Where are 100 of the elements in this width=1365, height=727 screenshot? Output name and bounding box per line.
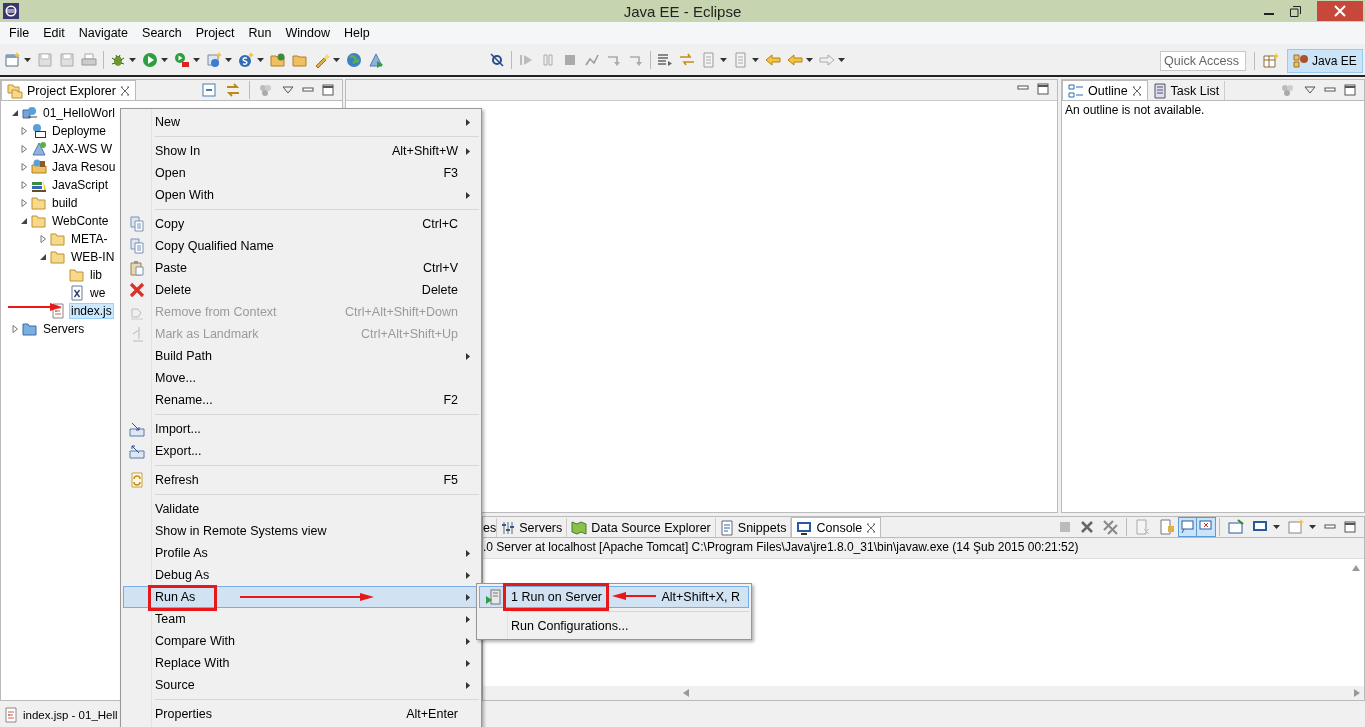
menu-item[interactable]: Refresh F5 — [123, 469, 479, 491]
tree-item[interactable]: 01_HelloWorl — [41, 105, 117, 121]
maximize-icon[interactable] — [322, 84, 334, 96]
caret-icon[interactable] — [1273, 525, 1280, 529]
maximize-icon[interactable] — [1037, 83, 1049, 95]
view-menu-icon[interactable] — [1304, 86, 1316, 94]
menu-item[interactable]: Project — [188, 26, 242, 40]
minimize-icon[interactable] — [302, 85, 314, 95]
list-icon[interactable] — [657, 51, 673, 68]
caret-icon[interactable] — [24, 57, 31, 62]
tree-item[interactable]: WEB-IN — [69, 249, 117, 265]
tree-item[interactable]: build — [50, 195, 80, 211]
menu-item[interactable]: Show in Remote Systems view — [123, 520, 479, 542]
close-icon[interactable] — [1131, 85, 1142, 96]
menu-item[interactable]: Team — [123, 608, 479, 630]
menu-item[interactable]: File — [2, 26, 37, 40]
close-icon[interactable] — [866, 522, 877, 533]
link-arrows-icon[interactable] — [225, 82, 241, 98]
collapse-all-icon[interactable] — [201, 82, 217, 98]
remove-all-icon[interactable] — [1102, 519, 1118, 535]
perspective-button[interactable]: Java EE — [1287, 48, 1363, 73]
globe-icon[interactable] — [346, 51, 362, 68]
tree-item[interactable]: index.js — [69, 303, 114, 319]
menu-item[interactable]: Export... — [123, 440, 479, 462]
tree-item[interactable]: Java Resou — [50, 159, 118, 175]
collapse-arrow-icon[interactable] — [39, 253, 47, 261]
menu-item[interactable]: Compare With — [123, 630, 479, 652]
menu-item[interactable]: Copy Ctrl+C — [123, 213, 479, 235]
view-tab[interactable]: Project Explorer — [1, 80, 136, 100]
scroll-left-icon[interactable] — [683, 689, 689, 697]
menu-item[interactable]: Validate — [123, 498, 479, 520]
show-output-icon[interactable] — [1178, 517, 1198, 537]
close-window-button[interactable] — [1317, 1, 1363, 21]
caret-icon[interactable] — [806, 57, 813, 62]
run-server-icon[interactable] — [174, 51, 190, 68]
collapse-arrow-icon[interactable] — [20, 217, 28, 225]
caret-icon[interactable] — [193, 57, 200, 62]
menu-item[interactable]: Properties Alt+Enter — [123, 703, 479, 725]
collapse-arrow-icon[interactable] — [11, 109, 19, 117]
expand-arrow-icon[interactable] — [39, 235, 47, 243]
tree-item[interactable]: Deployme — [50, 123, 109, 139]
menu-item[interactable]: Show In Alt+Shift+W — [123, 140, 479, 162]
menu-item[interactable]: Debug As — [123, 564, 479, 586]
menu-item[interactable]: Paste Ctrl+V — [123, 257, 479, 279]
view-tab[interactable]: Outline — [1062, 80, 1148, 100]
view-tab[interactable]: es — [483, 518, 498, 537]
caret-icon[interactable] — [1309, 525, 1316, 529]
folder-icon[interactable] — [270, 51, 286, 68]
menu-item[interactable]: Import... — [123, 418, 479, 440]
filters-icon[interactable] — [258, 82, 274, 98]
tree-item[interactable]: JavaScript — [50, 177, 111, 193]
menu-item[interactable]: Run Configurations... — [479, 615, 749, 637]
menu-item[interactable]: Rename... F2 — [123, 389, 479, 411]
tree-item[interactable]: Servers — [41, 321, 87, 337]
deploy-icon[interactable] — [368, 51, 384, 68]
show-error-icon[interactable] — [1196, 517, 1216, 537]
menu-item[interactable]: Window — [278, 26, 337, 40]
menu-item[interactable]: Replace With — [123, 652, 479, 674]
quick-access-field[interactable]: Quick Access — [1160, 50, 1246, 71]
restore-window-icon[interactable] — [1290, 5, 1301, 17]
print-icon[interactable] — [81, 51, 97, 68]
caret-icon[interactable] — [225, 57, 232, 62]
caret-icon[interactable] — [161, 57, 168, 62]
new-class-icon[interactable] — [238, 51, 254, 68]
expand-arrow-icon[interactable] — [20, 199, 28, 207]
last-edit-icon[interactable] — [765, 51, 781, 68]
pin-off-icon[interactable] — [489, 51, 505, 68]
minimize-icon[interactable] — [1324, 85, 1336, 95]
view-tab[interactable]: Console — [791, 517, 882, 537]
expand-arrow-icon[interactable] — [20, 127, 28, 135]
tree-item[interactable]: we — [88, 285, 108, 301]
menu-item[interactable]: Help — [336, 26, 377, 40]
caret-icon[interactable] — [720, 57, 727, 62]
caret-icon[interactable] — [838, 57, 845, 62]
scroll-right-icon[interactable] — [1354, 689, 1360, 697]
caret-icon[interactable] — [129, 57, 136, 62]
remove-launch-icon[interactable] — [1080, 520, 1094, 534]
flashlight-icon[interactable] — [314, 51, 330, 68]
menu-item[interactable]: Edit — [36, 26, 72, 40]
tree-item[interactable]: WebConte — [50, 213, 111, 229]
menu-item[interactable]: Run As — [123, 586, 479, 608]
scroll-lock-icon[interactable] — [1159, 519, 1175, 535]
menu-item[interactable]: Run — [241, 26, 279, 40]
menu-item[interactable]: Profile As — [123, 542, 479, 564]
caret-icon[interactable] — [752, 57, 759, 62]
open-perspective-icon[interactable] — [1263, 52, 1279, 69]
close-icon[interactable] — [119, 85, 130, 96]
menu-item[interactable]: 1 Run on Server Alt+Shift+X, R — [479, 586, 749, 608]
caret-icon[interactable] — [257, 57, 264, 62]
menu-item[interactable]: Move... — [123, 367, 479, 389]
filters-icon[interactable] — [1280, 82, 1296, 98]
tree-item[interactable]: JAX-WS W — [50, 141, 114, 157]
caret-icon[interactable] — [333, 57, 340, 62]
expand-arrow-icon[interactable] — [20, 145, 28, 153]
horizontal-scrollbar[interactable] — [483, 686, 1364, 700]
new-server-icon[interactable] — [206, 51, 222, 68]
menu-item[interactable]: Open F3 — [123, 162, 479, 184]
expand-arrow-icon[interactable] — [20, 163, 28, 171]
minimize-icon[interactable] — [1324, 522, 1336, 532]
view-menu-icon[interactable] — [282, 86, 294, 94]
